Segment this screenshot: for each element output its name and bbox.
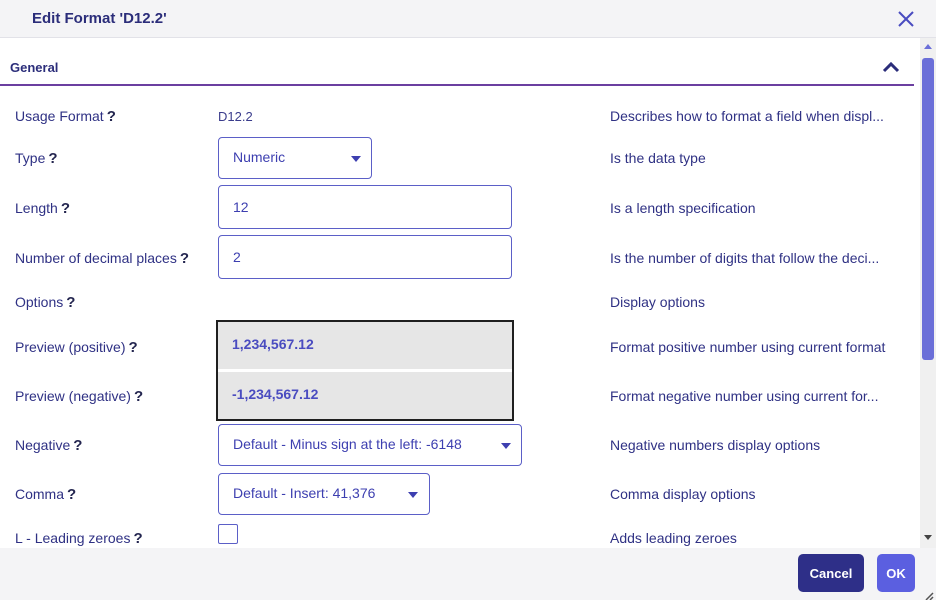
- help-icon[interactable]: ?: [66, 294, 75, 311]
- dialog-title: Edit Format 'D12.2': [32, 10, 167, 27]
- decimal-places-desc: Is the number of digits that follow the …: [610, 250, 880, 266]
- ok-button[interactable]: OK: [877, 554, 915, 592]
- help-icon[interactable]: ?: [67, 486, 76, 503]
- scroll-up-arrow-icon[interactable]: [922, 40, 934, 52]
- chevron-down-icon: [501, 443, 511, 449]
- help-icon[interactable]: ?: [180, 250, 189, 267]
- chevron-up-icon[interactable]: [878, 56, 904, 78]
- comma-label: Comma?: [15, 486, 76, 503]
- negative-select-value: Default - Minus sign at the left: -6148: [233, 436, 462, 452]
- scroll-down-arrow-icon[interactable]: [922, 530, 934, 542]
- leading-zeroes-checkbox[interactable]: [218, 524, 238, 544]
- help-icon[interactable]: ?: [61, 200, 70, 217]
- help-icon[interactable]: ?: [73, 437, 82, 454]
- options-label-text: Options: [15, 294, 64, 310]
- section-header-general[interactable]: General: [0, 48, 914, 86]
- help-icon[interactable]: ?: [48, 150, 57, 167]
- type-select[interactable]: Numeric: [218, 137, 372, 179]
- preview-negative-label-text: Preview (negative): [15, 388, 131, 404]
- decimal-places-input[interactable]: [218, 235, 512, 279]
- options-label: Options?: [15, 294, 75, 311]
- preview-positive-label: Preview (positive)?: [15, 339, 138, 356]
- leading-zeroes-label: L - Leading zeroes?: [15, 530, 143, 547]
- type-label-text: Type: [15, 150, 46, 166]
- resize-grip-icon[interactable]: [924, 588, 934, 600]
- section-title: General: [10, 60, 59, 75]
- preview-negative-label: Preview (negative)?: [15, 388, 143, 405]
- preview-positive-label-text: Preview (positive): [15, 339, 126, 355]
- comma-select[interactable]: Default - Insert: 41,376: [218, 473, 430, 515]
- leading-zeroes-desc: Adds leading zeroes: [610, 530, 737, 546]
- chevron-down-icon: [351, 156, 361, 162]
- negative-label-text: Negative: [15, 437, 71, 453]
- preview-negative-desc: Format negative number using current for…: [610, 388, 879, 404]
- decimal-places-label: Number of decimal places?: [15, 250, 189, 267]
- help-icon[interactable]: ?: [128, 339, 137, 356]
- help-icon[interactable]: ?: [107, 108, 116, 125]
- leading-zeroes-label-text: L - Leading zeroes: [15, 530, 131, 546]
- type-desc: Is the data type: [610, 150, 706, 166]
- negative-desc: Negative numbers display options: [610, 437, 821, 453]
- type-label: Type?: [15, 150, 58, 167]
- preview-positive-field: 1,234,567.12: [218, 322, 512, 368]
- length-input[interactable]: [218, 185, 512, 229]
- help-icon[interactable]: ?: [134, 388, 143, 405]
- comma-desc: Comma display options: [610, 486, 756, 502]
- negative-select[interactable]: Default - Minus sign at the left: -6148: [218, 424, 522, 466]
- usage-format-value: D12.2: [218, 109, 253, 124]
- usage-format-desc: Describes how to format a field when dis…: [610, 108, 884, 124]
- length-label: Length?: [15, 200, 70, 217]
- help-icon[interactable]: ?: [133, 530, 142, 547]
- preview-positive-value: 1,234,567.12: [232, 336, 314, 352]
- preview-positive-desc: Format positive number using current for…: [610, 339, 886, 355]
- dialog-footer: [0, 548, 936, 600]
- negative-label: Negative?: [15, 437, 82, 454]
- preview-box: 1,234,567.12 -1,234,567.12: [216, 320, 514, 421]
- cancel-button[interactable]: Cancel: [798, 554, 864, 592]
- options-desc: Display options: [610, 294, 705, 310]
- type-select-value: Numeric: [233, 149, 286, 165]
- chevron-down-icon: [408, 492, 418, 498]
- usage-format-label: Usage Format?: [15, 108, 116, 125]
- length-desc: Is a length specification: [610, 200, 756, 216]
- length-label-text: Length: [15, 200, 58, 216]
- scrollbar-thumb[interactable]: [922, 58, 934, 360]
- comma-select-value: Default - Insert: 41,376: [233, 485, 376, 501]
- preview-negative-field: -1,234,567.12: [218, 372, 512, 418]
- preview-negative-value: -1,234,567.12: [232, 386, 319, 402]
- close-icon[interactable]: [893, 6, 919, 32]
- dialog-titlebar: Edit Format 'D12.2': [0, 0, 936, 38]
- usage-format-label-text: Usage Format: [15, 108, 104, 124]
- comma-label-text: Comma: [15, 486, 65, 502]
- decimal-places-label-text: Number of decimal places: [15, 250, 177, 266]
